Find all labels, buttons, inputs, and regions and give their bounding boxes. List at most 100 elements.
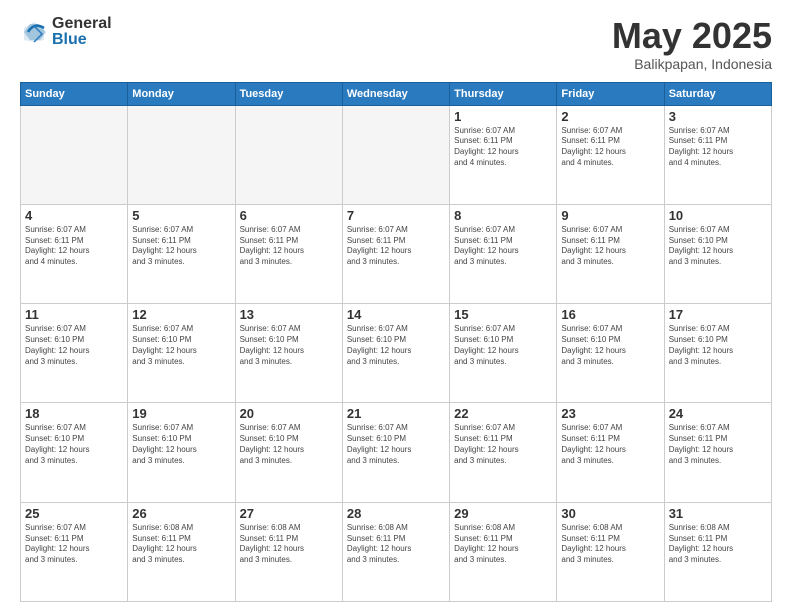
day-number: 6 bbox=[240, 208, 338, 223]
day-number: 31 bbox=[669, 506, 767, 521]
logo-blue-text: Blue bbox=[52, 32, 112, 48]
col-monday: Monday bbox=[128, 82, 235, 105]
day-number: 7 bbox=[347, 208, 445, 223]
day-info: Sunrise: 6:08 AM Sunset: 6:11 PM Dayligh… bbox=[132, 523, 230, 566]
col-tuesday: Tuesday bbox=[235, 82, 342, 105]
logo: General Blue bbox=[20, 16, 112, 48]
col-wednesday: Wednesday bbox=[342, 82, 449, 105]
day-number: 28 bbox=[347, 506, 445, 521]
day-info: Sunrise: 6:07 AM Sunset: 6:10 PM Dayligh… bbox=[240, 423, 338, 466]
day-number: 1 bbox=[454, 109, 552, 124]
table-row: 1 Sunrise: 6:07 AM Sunset: 6:11 PM Daylig… bbox=[450, 105, 557, 204]
day-info: Sunrise: 6:07 AM Sunset: 6:11 PM Dayligh… bbox=[347, 225, 445, 268]
day-number: 23 bbox=[561, 406, 659, 421]
day-info: Sunrise: 6:08 AM Sunset: 6:11 PM Dayligh… bbox=[669, 523, 767, 566]
day-number: 9 bbox=[561, 208, 659, 223]
day-info: Sunrise: 6:07 AM Sunset: 6:11 PM Dayligh… bbox=[561, 225, 659, 268]
table-row: 29 Sunrise: 6:08 AM Sunset: 6:11 PM Dayli… bbox=[450, 502, 557, 601]
day-number: 13 bbox=[240, 307, 338, 322]
day-info: Sunrise: 6:07 AM Sunset: 6:10 PM Dayligh… bbox=[561, 324, 659, 367]
calendar-week-row: 4 Sunrise: 6:07 AM Sunset: 6:11 PM Daylig… bbox=[21, 204, 772, 303]
table-row: 30Sunrise: 6:08 AM Sunset: 6:11 PM Dayli… bbox=[557, 502, 664, 601]
day-info: Sunrise: 6:07 AM Sunset: 6:11 PM Dayligh… bbox=[454, 225, 552, 268]
day-number: 25 bbox=[25, 506, 123, 521]
day-number: 27 bbox=[240, 506, 338, 521]
generalblue-icon bbox=[20, 18, 48, 46]
table-row bbox=[342, 105, 449, 204]
day-number: 3 bbox=[669, 109, 767, 124]
table-row: 4Sunrise: 6:07 AM Sunset: 6:11 PM Daylig… bbox=[21, 204, 128, 303]
day-info: Sunrise: 6:07 AM Sunset: 6:10 PM Dayligh… bbox=[25, 423, 123, 466]
table-row: 2Sunrise: 6:07 AM Sunset: 6:11 PM Daylig… bbox=[557, 105, 664, 204]
table-row: 28 Sunrise: 6:08 AM Sunset: 6:11 PM Dayli… bbox=[342, 502, 449, 601]
table-row: 13Sunrise: 6:07 AM Sunset: 6:10 PM Dayli… bbox=[235, 304, 342, 403]
table-row bbox=[235, 105, 342, 204]
table-row: 15 Sunrise: 6:07 AM Sunset: 6:10 PM Dayli… bbox=[450, 304, 557, 403]
table-row: 7 Sunrise: 6:07 AM Sunset: 6:11 PM Daylig… bbox=[342, 204, 449, 303]
table-row: 6 Sunrise: 6:07 AM Sunset: 6:11 PM Daylig… bbox=[235, 204, 342, 303]
day-number: 2 bbox=[561, 109, 659, 124]
day-info: Sunrise: 6:07 AM Sunset: 6:11 PM Dayligh… bbox=[454, 126, 552, 169]
day-info: Sunrise: 6:07 AM Sunset: 6:10 PM Dayligh… bbox=[132, 324, 230, 367]
table-row: 16 Sunrise: 6:07 AM Sunset: 6:10 PM Dayli… bbox=[557, 304, 664, 403]
day-number: 21 bbox=[347, 406, 445, 421]
day-number: 12 bbox=[132, 307, 230, 322]
day-info: Sunrise: 6:07 AM Sunset: 6:10 PM Dayligh… bbox=[454, 324, 552, 367]
day-info: Sunrise: 6:07 AM Sunset: 6:11 PM Dayligh… bbox=[25, 523, 123, 566]
day-number: 11 bbox=[25, 307, 123, 322]
table-row: 14 Sunrise: 6:07 AM Sunset: 6:10 PM Dayli… bbox=[342, 304, 449, 403]
day-info: Sunrise: 6:08 AM Sunset: 6:11 PM Dayligh… bbox=[347, 523, 445, 566]
calendar-table: Sunday Monday Tuesday Wednesday Thursday… bbox=[20, 82, 772, 602]
day-info: Sunrise: 6:07 AM Sunset: 6:11 PM Dayligh… bbox=[669, 423, 767, 466]
day-number: 17 bbox=[669, 307, 767, 322]
day-number: 5 bbox=[132, 208, 230, 223]
day-number: 26 bbox=[132, 506, 230, 521]
day-info: Sunrise: 6:07 AM Sunset: 6:10 PM Dayligh… bbox=[132, 423, 230, 466]
table-row: 27 Sunrise: 6:08 AM Sunset: 6:11 PM Dayli… bbox=[235, 502, 342, 601]
col-thursday: Thursday bbox=[450, 82, 557, 105]
table-row: 25 Sunrise: 6:07 AM Sunset: 6:11 PM Dayli… bbox=[21, 502, 128, 601]
header: General Blue May 2025 Balikpapan, Indone… bbox=[20, 16, 772, 72]
day-info: Sunrise: 6:07 AM Sunset: 6:10 PM Dayligh… bbox=[25, 324, 123, 367]
calendar-week-row: 1 Sunrise: 6:07 AM Sunset: 6:11 PM Daylig… bbox=[21, 105, 772, 204]
calendar-week-row: 18 Sunrise: 6:07 AM Sunset: 6:10 PM Dayli… bbox=[21, 403, 772, 502]
day-info: Sunrise: 6:08 AM Sunset: 6:11 PM Dayligh… bbox=[561, 523, 659, 566]
table-row: 26 Sunrise: 6:08 AM Sunset: 6:11 PM Dayli… bbox=[128, 502, 235, 601]
table-row: 11 Sunrise: 6:07 AM Sunset: 6:10 PM Dayli… bbox=[21, 304, 128, 403]
calendar-header-row: Sunday Monday Tuesday Wednesday Thursday… bbox=[21, 82, 772, 105]
day-info: Sunrise: 6:07 AM Sunset: 6:10 PM Dayligh… bbox=[669, 324, 767, 367]
day-info: Sunrise: 6:07 AM Sunset: 6:11 PM Dayligh… bbox=[132, 225, 230, 268]
day-info: Sunrise: 6:08 AM Sunset: 6:11 PM Dayligh… bbox=[454, 523, 552, 566]
day-number: 16 bbox=[561, 307, 659, 322]
table-row: 20 Sunrise: 6:07 AM Sunset: 6:10 PM Dayli… bbox=[235, 403, 342, 502]
day-number: 24 bbox=[669, 406, 767, 421]
title-block: May 2025 Balikpapan, Indonesia bbox=[612, 16, 772, 72]
day-number: 8 bbox=[454, 208, 552, 223]
page: General Blue May 2025 Balikpapan, Indone… bbox=[0, 0, 792, 612]
table-row: 5 Sunrise: 6:07 AM Sunset: 6:11 PM Daylig… bbox=[128, 204, 235, 303]
table-row bbox=[21, 105, 128, 204]
day-info: Sunrise: 6:07 AM Sunset: 6:10 PM Dayligh… bbox=[347, 324, 445, 367]
day-number: 22 bbox=[454, 406, 552, 421]
day-number: 20 bbox=[240, 406, 338, 421]
calendar-week-row: 25 Sunrise: 6:07 AM Sunset: 6:11 PM Dayli… bbox=[21, 502, 772, 601]
day-info: Sunrise: 6:07 AM Sunset: 6:11 PM Dayligh… bbox=[240, 225, 338, 268]
day-number: 14 bbox=[347, 307, 445, 322]
day-number: 19 bbox=[132, 406, 230, 421]
calendar-week-row: 11 Sunrise: 6:07 AM Sunset: 6:10 PM Dayli… bbox=[21, 304, 772, 403]
table-row: 9 Sunrise: 6:07 AM Sunset: 6:11 PM Daylig… bbox=[557, 204, 664, 303]
month-title: May 2025 bbox=[612, 16, 772, 56]
col-sunday: Sunday bbox=[21, 82, 128, 105]
day-info: Sunrise: 6:07 AM Sunset: 6:11 PM Dayligh… bbox=[561, 423, 659, 466]
table-row: 21 Sunrise: 6:07 AM Sunset: 6:10 PM Dayli… bbox=[342, 403, 449, 502]
day-info: Sunrise: 6:08 AM Sunset: 6:11 PM Dayligh… bbox=[240, 523, 338, 566]
day-number: 29 bbox=[454, 506, 552, 521]
day-info: Sunrise: 6:07 AM Sunset: 6:10 PM Dayligh… bbox=[347, 423, 445, 466]
table-row: 23 Sunrise: 6:07 AM Sunset: 6:11 PM Dayli… bbox=[557, 403, 664, 502]
day-info: Sunrise: 6:07 AM Sunset: 6:11 PM Dayligh… bbox=[669, 126, 767, 169]
day-number: 4 bbox=[25, 208, 123, 223]
day-number: 18 bbox=[25, 406, 123, 421]
location: Balikpapan, Indonesia bbox=[612, 56, 772, 72]
table-row: 17 Sunrise: 6:07 AM Sunset: 6:10 PM Dayli… bbox=[664, 304, 771, 403]
day-number: 15 bbox=[454, 307, 552, 322]
